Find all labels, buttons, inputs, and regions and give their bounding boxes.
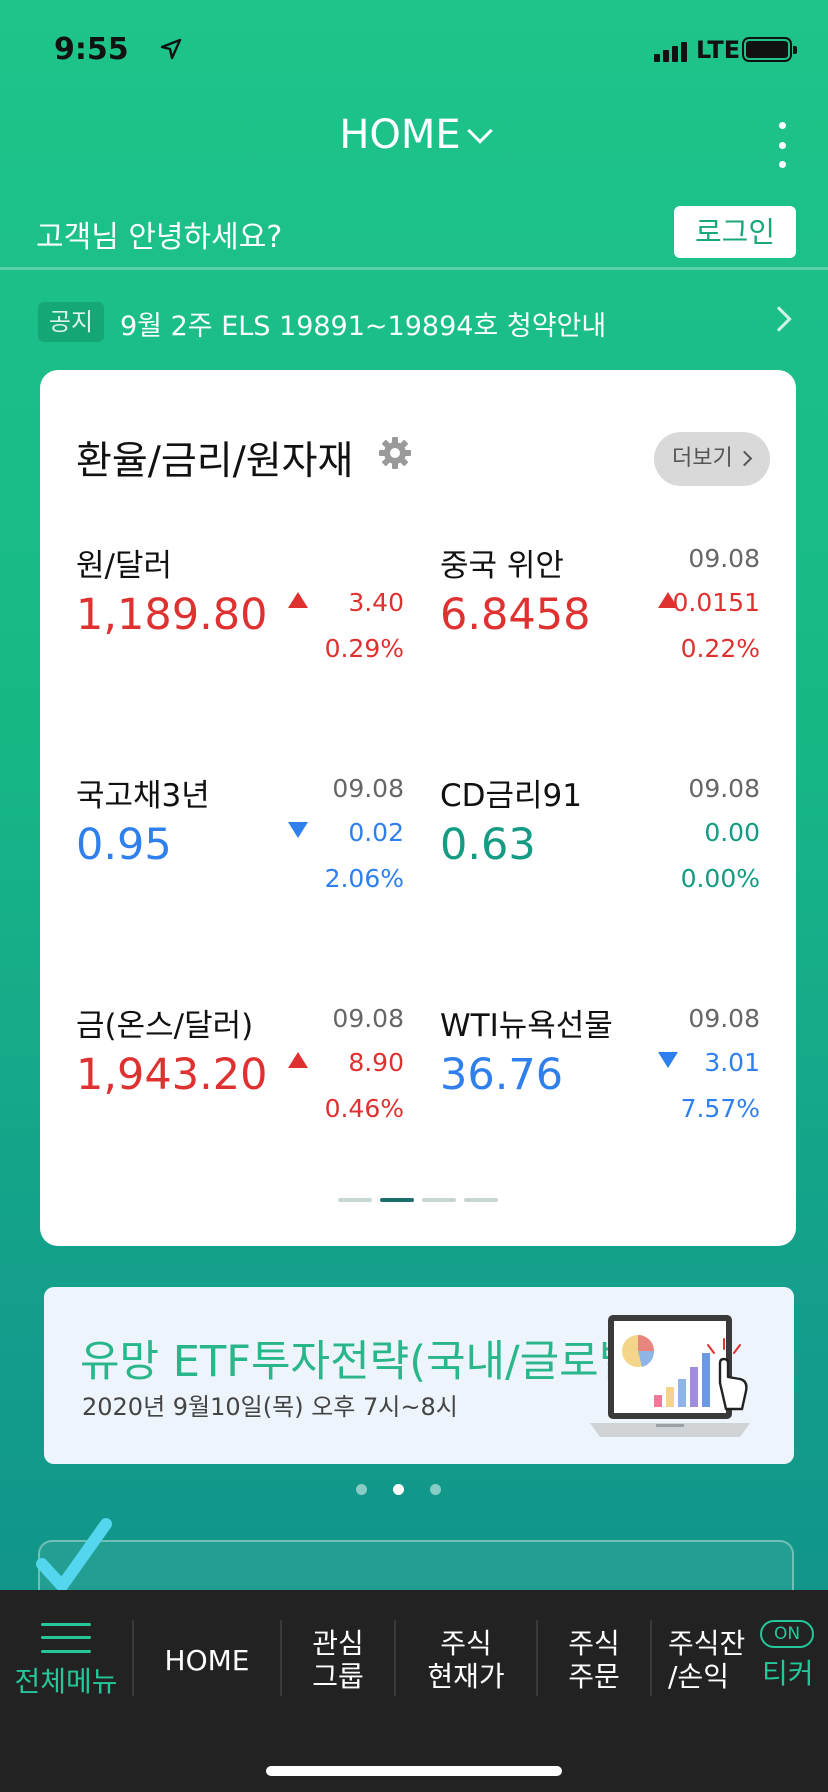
battery-icon xyxy=(742,37,797,62)
banner-page-indicator xyxy=(356,1484,441,1495)
triangle-up-icon xyxy=(288,1052,308,1068)
nav-all-menu-label: 전체메뉴 xyxy=(14,1664,118,1698)
chevron-right-icon xyxy=(736,450,753,467)
triangle-down-icon xyxy=(658,1052,678,1068)
banner-dot xyxy=(430,1484,441,1495)
rate-percent: 0.00% xyxy=(680,864,760,893)
rates-card: 환율/금리/원자재 더보기 원/달러 1,189.80 3.40 0.29% 중국 위안… xyxy=(40,370,796,1246)
rate-name: 금(온스/달러) xyxy=(76,1008,254,1044)
rate-percent: 7.57% xyxy=(680,1094,760,1123)
rate-price: 36.76 xyxy=(440,1050,564,1100)
rate-change: 0.02 xyxy=(348,818,404,847)
rate-price: 0.95 xyxy=(76,820,172,870)
notice-badge: 공지 xyxy=(38,302,104,342)
gear-icon[interactable] xyxy=(378,436,412,470)
rate-change: 0.00 xyxy=(704,818,760,847)
laptop-chart-illustration xyxy=(590,1315,750,1437)
nav-stock-price-label-2: 현재가 xyxy=(427,1660,505,1693)
page-title-label: HOME xyxy=(339,112,461,158)
page-indicator-segment xyxy=(422,1198,456,1202)
network-type: LTE xyxy=(696,36,741,64)
card-page-indicator xyxy=(338,1198,498,1202)
rate-price: 0.63 xyxy=(440,820,536,870)
ticker-on-badge[interactable]: ON xyxy=(760,1620,814,1648)
nav-stock-balance[interactable]: 주식잔 /손익 xyxy=(668,1590,758,1730)
home-indicator xyxy=(266,1766,562,1776)
bottom-navigation: 전체메뉴 HOME 관심 그룹 주식 현재가 주식 주문 주식잔 /손익 ON … xyxy=(0,1590,828,1792)
nav-stock-balance-label-2: /손익 xyxy=(668,1660,729,1693)
rate-change: 0.0151 xyxy=(672,588,760,617)
cellular-signal-icon xyxy=(654,40,687,62)
rate-item[interactable]: 금(온스/달러) 09.08 1,943.20 8.90 0.46% xyxy=(76,1000,404,1140)
banner-dot xyxy=(393,1484,404,1495)
triangle-down-icon xyxy=(288,822,308,838)
nav-stock-order-label-1: 주식 xyxy=(568,1627,620,1660)
rate-item[interactable]: WTI뉴욕선물 09.08 36.76 3.01 7.57% xyxy=(440,1000,760,1140)
page-indicator-segment xyxy=(380,1198,414,1202)
rate-item[interactable]: 원/달러 1,189.80 3.40 0.29% xyxy=(76,540,404,680)
banner-subtitle: 2020년 9월10일(목) 오후 7시~8시 xyxy=(82,1393,458,1421)
login-button[interactable]: 로그인 xyxy=(674,206,796,258)
greeting-text: 고객님 안녕하세요? xyxy=(36,220,283,255)
nav-watch-group-label-1: 관심 xyxy=(312,1627,364,1660)
nav-home[interactable]: HOME xyxy=(134,1590,280,1730)
page-indicator-segment xyxy=(338,1198,372,1202)
rate-change: 8.90 xyxy=(348,1048,404,1077)
nav-watch-group[interactable]: 관심 그룹 xyxy=(282,1590,394,1730)
rate-name: CD금리91 xyxy=(440,778,583,814)
location-arrow-icon xyxy=(160,38,182,60)
rate-percent: 0.22% xyxy=(680,634,760,663)
rate-name: 국고채3년 xyxy=(76,778,210,814)
banner-dot xyxy=(356,1484,367,1495)
rate-percent: 2.06% xyxy=(324,864,404,893)
rate-change: 3.40 xyxy=(348,588,404,617)
nav-all-menu[interactable]: 전체메뉴 xyxy=(0,1590,132,1730)
rate-name: 원/달러 xyxy=(76,548,173,584)
rate-item[interactable]: 중국 위안 09.08 6.8458 0.0151 0.22% xyxy=(440,540,760,680)
rate-date: 09.08 xyxy=(688,774,760,803)
nav-stock-order[interactable]: 주식 주문 xyxy=(538,1590,650,1730)
rate-change: 3.01 xyxy=(704,1048,760,1077)
nav-stock-order-label-2: 주문 xyxy=(568,1660,620,1693)
nav-separator xyxy=(650,1620,652,1696)
hamburger-menu-icon xyxy=(41,1622,91,1653)
divider xyxy=(0,267,828,270)
rate-price: 6.8458 xyxy=(440,590,591,640)
rate-date: 09.08 xyxy=(332,774,404,803)
rate-date: 09.08 xyxy=(688,544,760,573)
rate-percent: 0.29% xyxy=(324,634,404,663)
triangle-up-icon xyxy=(288,592,308,608)
banner-title: 유망 ETF투자전략(국내/글로벌) xyxy=(80,1337,656,1387)
rate-date: 09.08 xyxy=(332,1004,404,1033)
ticker-label[interactable]: 티커 xyxy=(762,1652,814,1692)
more-options-icon[interactable] xyxy=(772,122,792,168)
nav-stock-price-label-1: 주식 xyxy=(440,1627,492,1660)
page-title[interactable]: HOME xyxy=(0,112,828,158)
rate-price: 1,943.20 xyxy=(76,1050,268,1100)
status-time: 9:55 xyxy=(54,32,129,67)
chevron-down-icon xyxy=(466,118,493,144)
checkmark-icon xyxy=(36,1518,112,1592)
event-banner[interactable]: 유망 ETF투자전략(국내/글로벌) 2020년 9월10일(목) 오후 7시~… xyxy=(44,1287,794,1464)
rate-date: 09.08 xyxy=(688,1004,760,1033)
rate-name: 중국 위안 xyxy=(440,548,564,584)
rate-price: 1,189.80 xyxy=(76,590,268,640)
notice-text: 9월 2주 ELS 19891~19894호 청약안내 xyxy=(120,311,607,342)
rate-item[interactable]: CD금리91 09.08 0.63 0.00 0.00% xyxy=(440,770,760,910)
nav-stock-balance-label-1: 주식잔 xyxy=(668,1627,746,1660)
rate-name: WTI뉴욕선물 xyxy=(440,1008,613,1044)
rate-item[interactable]: 국고채3년 09.08 0.95 0.02 2.06% xyxy=(76,770,404,910)
more-button[interactable]: 더보기 xyxy=(654,432,770,486)
rate-percent: 0.46% xyxy=(324,1094,404,1123)
status-bar: 9:55 LTE xyxy=(0,0,828,100)
nav-stock-price[interactable]: 주식 현재가 xyxy=(396,1590,536,1730)
notice-banner[interactable]: 공지 9월 2주 ELS 19891~19894호 청약안내 xyxy=(38,302,798,342)
more-button-label: 더보기 xyxy=(672,446,733,471)
nav-watch-group-label-2: 그룹 xyxy=(312,1660,364,1693)
page-indicator-segment xyxy=(464,1198,498,1202)
card-title: 환율/금리/원자재 xyxy=(76,439,354,484)
nav-home-label: HOME xyxy=(164,1643,250,1677)
chevron-right-icon xyxy=(766,306,792,332)
